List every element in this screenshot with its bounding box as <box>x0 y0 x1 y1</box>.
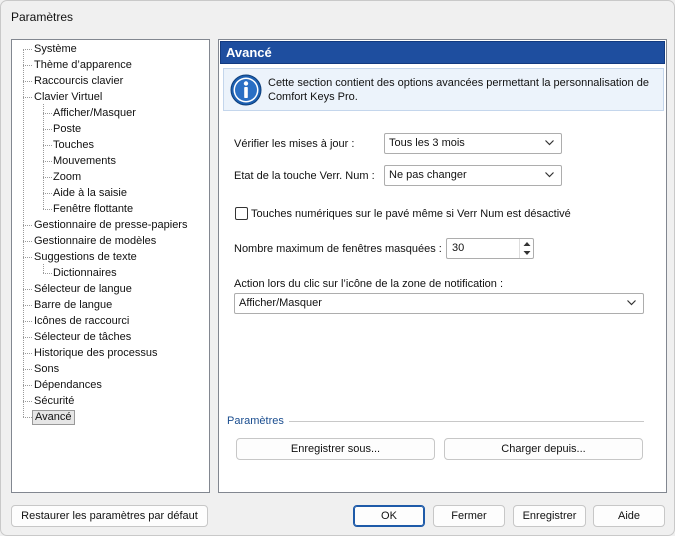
tree-line <box>23 257 32 258</box>
tree-line <box>23 49 32 50</box>
tree-line <box>23 321 32 322</box>
tray-action-select[interactable]: Afficher/Masquer <box>234 293 644 314</box>
restore-defaults-button[interactable]: Restaurer les paramètres par défaut <box>11 505 208 527</box>
help-button[interactable]: Aide <box>593 505 665 527</box>
tree-item[interactable]: Sélecteur de tâches <box>32 330 133 345</box>
tree-item[interactable]: Gestionnaire de modèles <box>32 234 158 249</box>
numpad-checkbox-label: Touches numériques sur le pavé même si V… <box>251 208 571 220</box>
tree-line <box>23 369 32 370</box>
check-updates-select[interactable]: Tous les 3 mois <box>384 133 562 154</box>
tree-item[interactable]: Sons <box>32 362 61 377</box>
tree-line <box>23 417 32 418</box>
info-text: Cette section contient des options avanc… <box>268 77 649 103</box>
tree-line <box>23 305 32 306</box>
tree-line <box>23 65 32 66</box>
max-windows-value: 30 <box>452 242 465 254</box>
check-updates-label: Vérifier les mises à jour : <box>234 138 355 150</box>
chevron-down-icon <box>545 172 554 178</box>
tree-line <box>43 264 44 273</box>
tree-line <box>23 97 32 98</box>
max-windows-label: Nombre maximum de fenêtres masquées : <box>234 243 442 255</box>
tree-item[interactable]: Touches <box>51 138 96 153</box>
tree-item[interactable]: Gestionnaire de presse-papiers <box>32 218 189 233</box>
tree-item[interactable]: Clavier Virtuel <box>32 90 104 105</box>
tree-item[interactable]: Zoom <box>51 170 83 185</box>
tree-item[interactable]: Mouvements <box>51 154 118 169</box>
tree-line <box>23 401 32 402</box>
load-from-button[interactable]: Charger depuis... <box>444 438 643 460</box>
tray-action-value: Afficher/Masquer <box>239 297 322 309</box>
settings-window: Paramètres Système Thème d’apparence Racco… <box>0 0 675 536</box>
info-icon <box>230 74 262 106</box>
tree-item[interactable]: Thème d’apparence <box>32 58 134 73</box>
tree-line <box>43 104 44 209</box>
numlock-select[interactable]: Ne pas changer <box>384 165 562 186</box>
save-button[interactable]: Enregistrer <box>513 505 586 527</box>
settings-panel: Avancé Cette section contient des option… <box>218 39 667 493</box>
tree-line <box>23 81 32 82</box>
chevron-down-icon <box>627 300 636 306</box>
tree-item[interactable]: Système <box>32 42 79 57</box>
tree-item[interactable]: Raccourcis clavier <box>32 74 125 89</box>
numlock-label: Etat de la touche Verr. Num : <box>234 170 375 182</box>
numlock-value: Ne pas changer <box>389 169 467 181</box>
chevron-down-icon[interactable] <box>523 250 531 256</box>
max-windows-stepper[interactable]: 30 <box>446 238 534 259</box>
tree-item[interactable]: Historique des processus <box>32 346 160 361</box>
save-as-button[interactable]: Enregistrer sous... <box>236 438 435 460</box>
ok-button[interactable]: OK <box>353 505 425 527</box>
tree-item[interactable]: Fenêtre flottante <box>51 202 135 217</box>
tree-item[interactable]: Sélecteur de langue <box>32 282 134 297</box>
tree-item[interactable]: Afficher/Masquer <box>51 106 138 121</box>
tree-line <box>23 241 32 242</box>
tray-action-label: Action lors du clic sur l’icône de la zo… <box>234 278 504 290</box>
settings-group-label: Paramètres <box>227 415 284 427</box>
tree-item[interactable]: Sécurité <box>32 394 76 409</box>
tree-item[interactable]: Barre de langue <box>32 298 114 313</box>
check-updates-value: Tous les 3 mois <box>389 137 465 149</box>
tree-item[interactable]: Avancé <box>32 410 75 425</box>
tree-item[interactable]: Poste <box>51 122 83 137</box>
tree-line <box>23 225 32 226</box>
tree-item[interactable]: Dépendances <box>32 378 104 393</box>
chevron-down-icon <box>545 140 554 146</box>
tree-line <box>23 49 24 417</box>
chevron-up-icon[interactable] <box>523 241 531 247</box>
stepper-arrows[interactable] <box>519 239 533 258</box>
tree-item[interactable]: Dictionnaires <box>51 266 119 281</box>
tree-line <box>23 289 32 290</box>
group-divider <box>289 421 644 422</box>
tree-line <box>23 385 32 386</box>
numpad-checkbox[interactable] <box>235 207 248 220</box>
settings-tree[interactable]: Système Thème d’apparence Raccourcis clavi… <box>11 39 210 493</box>
tree-line <box>23 337 32 338</box>
tree-line <box>23 353 32 354</box>
tree-item[interactable]: Suggestions de texte <box>32 250 139 265</box>
window-title: Paramètres <box>11 10 74 24</box>
tree-item[interactable]: Aide à la saisie <box>51 186 129 201</box>
tree-item[interactable]: Icônes de raccourci <box>32 314 131 329</box>
panel-title: Avancé <box>220 41 665 64</box>
close-button[interactable]: Fermer <box>433 505 505 527</box>
info-box: Cette section contient des options avanc… <box>223 68 664 111</box>
